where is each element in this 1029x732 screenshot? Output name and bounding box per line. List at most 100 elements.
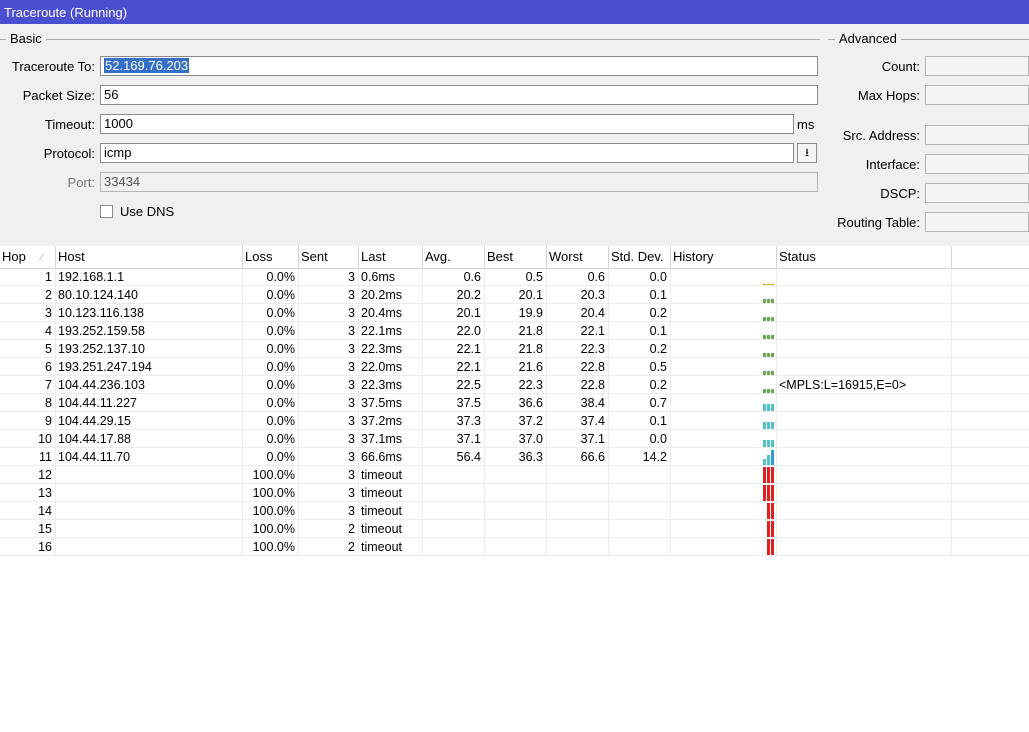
cell-best (485, 502, 547, 520)
col-header-avg[interactable]: Avg. (423, 246, 485, 268)
cell-loss: 0.0% (243, 304, 299, 322)
cell-last: 22.1ms (359, 322, 423, 340)
cell-history (671, 358, 777, 376)
cell-std: 0.0 (609, 268, 671, 286)
cell-history (671, 448, 777, 466)
history-bar (767, 539, 770, 555)
history-bar (763, 317, 766, 321)
history-bar (771, 521, 774, 537)
cell-host: 104.44.11.70 (56, 448, 243, 466)
col-header-host[interactable]: Host (56, 246, 243, 268)
history-bar (767, 467, 770, 483)
history-bar (771, 539, 774, 555)
cell-std: 0.1 (609, 286, 671, 304)
col-header-std-dev[interactable]: Std. Dev. (609, 246, 671, 268)
cell-history (671, 394, 777, 412)
cell-avg: 20.1 (423, 304, 485, 322)
history-bar (767, 440, 770, 447)
table-row[interactable]: 4 193.252.159.58 0.0% 3 22.1ms 22.0 21.8 22.1 0.… (0, 322, 1029, 340)
table-row[interactable]: 6 193.251.247.194 0.0% 3 22.0ms 22.1 21.6 22.8 0… (0, 358, 1029, 376)
interface-input[interactable] (925, 154, 1029, 174)
history-bar (763, 371, 766, 375)
table-row[interactable]: 9 104.44.29.15 0.0% 3 37.2ms 37.3 37.2 37.4 0.1 (0, 412, 1029, 430)
cell-hop: 4 (0, 322, 56, 340)
cell-hop: 7 (0, 376, 56, 394)
table-row[interactable]: 16 100.0% 2 timeout (0, 538, 1029, 556)
table-row[interactable]: 8 104.44.11.227 0.0% 3 37.5ms 37.5 36.6 38.4 0.7 (0, 394, 1029, 412)
history-bar (767, 485, 770, 501)
history-bar (763, 485, 766, 501)
cell-hop: 1 (0, 268, 56, 286)
sort-ascending-icon: ∕ (41, 252, 43, 262)
cell-hop: 16 (0, 538, 56, 556)
table-row[interactable]: 2 80.10.124.140 0.0% 3 20.2ms 20.2 20.1 20.3 0.1 (0, 286, 1029, 304)
cell-best: 37.2 (485, 412, 547, 430)
cell-best: 22.3 (485, 376, 547, 394)
table-row[interactable]: 15 100.0% 2 timeout (0, 520, 1029, 538)
col-header-last[interactable]: Last (359, 246, 423, 268)
cell-loss: 0.0% (243, 340, 299, 358)
cell-loss: 0.0% (243, 358, 299, 376)
max-hops-input[interactable] (925, 85, 1029, 105)
history-bar (767, 299, 770, 303)
protocol-select[interactable]: icmp (100, 143, 794, 163)
cell-loss: 100.0% (243, 538, 299, 556)
use-dns-checkbox[interactable] (100, 205, 113, 218)
routing-table-input[interactable] (925, 212, 1029, 232)
col-header-sent[interactable]: Sent (299, 246, 359, 268)
traceroute-to-input[interactable]: 52.169.76.203 (100, 56, 818, 76)
table-row[interactable]: 5 193.252.137.10 0.0% 3 22.3ms 22.1 21.8 22.3 0.… (0, 340, 1029, 358)
table-row[interactable]: 14 100.0% 3 timeout (0, 502, 1029, 520)
table-row[interactable]: 7 104.44.236.103 0.0% 3 22.3ms 22.5 22.3 22.8 0.… (0, 376, 1029, 394)
port-input[interactable]: 33434 (100, 172, 818, 192)
cell-best: 21.8 (485, 322, 547, 340)
cell-loss: 0.0% (243, 268, 299, 286)
cell-status (777, 430, 952, 448)
history-bar (763, 440, 766, 447)
dscp-label: DSCP: (880, 186, 920, 201)
cell-sent: 3 (299, 358, 359, 376)
col-header-history[interactable]: History (671, 246, 777, 268)
cell-hop: 9 (0, 412, 56, 430)
cell-history (671, 502, 777, 520)
routing-table-label: Routing Table: (837, 215, 920, 230)
table-row[interactable]: 1 192.168.1.1 0.0% 3 0.6ms 0.6 0.5 0.6 0.0 (0, 268, 1029, 286)
table-row[interactable]: 3 10.123.116.138 0.0% 3 20.4ms 20.1 19.9 20.4 0.… (0, 304, 1029, 322)
cell-loss: 0.0% (243, 286, 299, 304)
cell-avg: 22.1 (423, 340, 485, 358)
cell-std: 0.2 (609, 376, 671, 394)
history-bar (771, 450, 774, 465)
cell-best: 19.9 (485, 304, 547, 322)
src-address-input[interactable] (925, 125, 1029, 145)
cell-host: 104.44.236.103 (56, 376, 243, 394)
history-bar (771, 299, 774, 303)
packet-size-input[interactable]: 56 (100, 85, 818, 105)
cell-last: 66.6ms (359, 448, 423, 466)
cell-status (777, 412, 952, 430)
cell-worst: 22.1 (547, 322, 609, 340)
col-header-best[interactable]: Best (485, 246, 547, 268)
table-row[interactable]: 12 100.0% 3 timeout (0, 466, 1029, 484)
cell-history (671, 484, 777, 502)
cell-status (777, 502, 952, 520)
timeout-input[interactable]: 1000 (100, 114, 794, 134)
col-header-worst[interactable]: Worst (547, 246, 609, 268)
cell-worst: 66.6 (547, 448, 609, 466)
cell-sent: 3 (299, 502, 359, 520)
col-header-hop[interactable]: Hop ∕ (0, 246, 56, 268)
cell-last: timeout (359, 502, 423, 520)
cell-last: 22.3ms (359, 340, 423, 358)
col-header-loss[interactable]: Loss (243, 246, 299, 268)
history-bar (763, 284, 766, 285)
protocol-dropdown-button[interactable]: ⭳ (797, 143, 817, 163)
table-row[interactable]: 11 104.44.11.70 0.0% 3 66.6ms 56.4 36.3 66.6 14.… (0, 448, 1029, 466)
cell-std: 0.1 (609, 322, 671, 340)
table-row[interactable]: 10 104.44.17.88 0.0% 3 37.1ms 37.1 37.0 37.1 0.0 (0, 430, 1029, 448)
cell-std: 0.2 (609, 340, 671, 358)
cell-last: timeout (359, 484, 423, 502)
count-input[interactable] (925, 56, 1029, 76)
dscp-input[interactable] (925, 183, 1029, 203)
history-bar (767, 422, 770, 429)
table-row[interactable]: 13 100.0% 3 timeout (0, 484, 1029, 502)
col-header-status[interactable]: Status (777, 246, 952, 268)
